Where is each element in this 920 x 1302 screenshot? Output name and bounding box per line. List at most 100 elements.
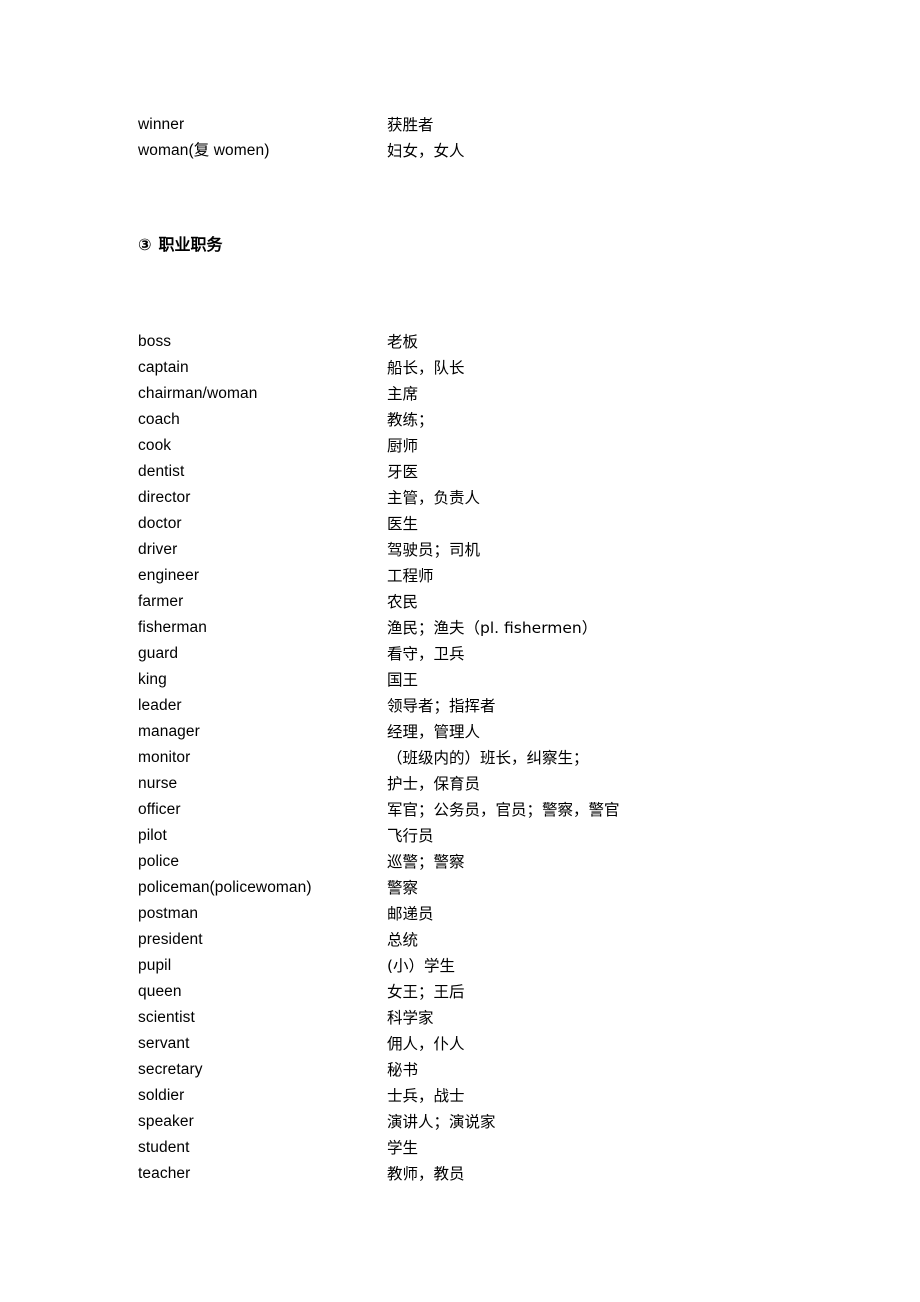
vocabulary-row: servant 佣人，仆人 — [0, 1031, 920, 1057]
entry-gloss: 农民 — [387, 593, 419, 611]
vocabulary-row: manager 经理，管理人 — [0, 719, 920, 745]
entry-term: king — [138, 671, 167, 688]
entry-gloss: 船长，队长 — [387, 359, 465, 377]
entry-gloss: 工程师 — [387, 567, 434, 585]
entry-term: pupil — [138, 957, 172, 974]
entry-term: driver — [138, 541, 178, 558]
entry-term: policeman(policewoman) — [138, 879, 312, 896]
entry-term: doctor — [138, 515, 182, 532]
vocabulary-row: fisherman 渔民；渔夫（pl. fishermen） — [0, 615, 920, 641]
section-heading: ③ 职业职务 — [138, 232, 223, 258]
entry-gloss: 医生 — [387, 515, 419, 533]
entry-gloss: 教练； — [387, 411, 434, 429]
entry-gloss: 护士，保育员 — [387, 775, 481, 793]
entry-gloss: 飞行员 — [387, 827, 434, 845]
vocabulary-row: driver 驾驶员；司机 — [0, 537, 920, 563]
vocabulary-row: engineer 工程师 — [0, 563, 920, 589]
entry-gloss: 警察 — [387, 879, 419, 897]
entry-term: farmer — [138, 593, 184, 610]
entry-term: manager — [138, 723, 200, 740]
vocabulary-row: officer 军官；公务员，官员；警察，警官 — [0, 797, 920, 823]
vocabulary-row: pupil (小）学生 — [0, 953, 920, 979]
vocabulary-row: secretary 秘书 — [0, 1057, 920, 1083]
entry-gloss: 牙医 — [387, 463, 419, 481]
entry-term: dentist — [138, 463, 185, 480]
entry-gloss: （班级内的）班长，纠察生； — [387, 749, 589, 767]
vocabulary-row: scientist 科学家 — [0, 1005, 920, 1031]
entry-term: captain — [138, 359, 189, 376]
entry-term: police — [138, 853, 180, 870]
vocabulary-row: leader 领导者；指挥者 — [0, 693, 920, 719]
vocabulary-row: boss 老板 — [0, 329, 920, 355]
entry-gloss: 巡警；警察 — [387, 853, 465, 871]
entry-term: nurse — [138, 775, 178, 792]
vocabulary-row: nurse 护士，保育员 — [0, 771, 920, 797]
entry-gloss: 邮递员 — [387, 905, 434, 923]
entry-term: scientist — [138, 1009, 195, 1026]
vocabulary-row: postman 邮递员 — [0, 901, 920, 927]
entry-term: guard — [138, 645, 179, 662]
entry-gloss: 渔民；渔夫（pl. fishermen） — [387, 619, 598, 637]
entry-gloss: 老板 — [387, 333, 419, 351]
entry-term: cook — [138, 437, 172, 454]
entry-term: chairman/woman — [138, 385, 258, 402]
vocabulary-row: director 主管，负责人 — [0, 485, 920, 511]
vocabulary-row: dentist 牙医 — [0, 459, 920, 485]
vocabulary-row: soldier 士兵，战士 — [0, 1083, 920, 1109]
entry-gloss: 军官；公务员，官员；警察，警官 — [387, 801, 620, 819]
entry-term: monitor — [138, 749, 191, 766]
entry-gloss: 厨师 — [387, 437, 419, 455]
entry-term: servant — [138, 1035, 190, 1052]
vocabulary-row: speaker 演讲人；演说家 — [0, 1109, 920, 1135]
vocabulary-row: guard 看守，卫兵 — [0, 641, 920, 667]
entry-term: leader — [138, 697, 182, 714]
vocabulary-row: woman(复 women) 妇女，女人 — [0, 138, 920, 164]
section-marker: ③ — [138, 235, 152, 254]
entry-gloss: 总统 — [387, 931, 419, 949]
vocabulary-row: cook 厨师 — [0, 433, 920, 459]
entry-term: teacher — [138, 1165, 191, 1182]
entry-gloss: 教师，教员 — [387, 1165, 465, 1183]
vocabulary-row: policeman(policewoman) 警察 — [0, 875, 920, 901]
entry-term: engineer — [138, 567, 200, 584]
entry-gloss: 主管，负责人 — [387, 489, 481, 507]
vocabulary-row: teacher 教师，教员 — [0, 1161, 920, 1187]
entry-gloss: 主席 — [387, 385, 419, 403]
entry-gloss: 秘书 — [387, 1061, 419, 1079]
vocabulary-row: coach 教练； — [0, 407, 920, 433]
vocabulary-row: chairman/woman 主席 — [0, 381, 920, 407]
entry-term: fisherman — [138, 619, 207, 636]
entry-term: pilot — [138, 827, 167, 844]
vocabulary-row: monitor （班级内的）班长，纠察生； — [0, 745, 920, 771]
entry-gloss: 妇女，女人 — [387, 142, 465, 160]
vocabulary-row: queen 女王；王后 — [0, 979, 920, 1005]
entry-term: student — [138, 1139, 190, 1156]
document-page: winner 获胜者 woman(复 women) 妇女，女人 ③ 职业职务 boss 老… — [0, 0, 920, 1302]
vocabulary-row: farmer 农民 — [0, 589, 920, 615]
entry-term: soldier — [138, 1087, 185, 1104]
entry-term: coach — [138, 411, 180, 428]
entry-term: boss — [138, 333, 172, 350]
entry-term: queen — [138, 983, 182, 1000]
entry-term: officer — [138, 801, 181, 818]
entry-term: postman — [138, 905, 199, 922]
entry-term: winner — [138, 116, 185, 133]
previous-section-tail: winner 获胜者 woman(复 women) 妇女，女人 — [0, 112, 920, 164]
entry-gloss: 佣人，仆人 — [387, 1035, 465, 1053]
entry-term: president — [138, 931, 203, 948]
entry-gloss: 士兵，战士 — [387, 1087, 465, 1105]
vocabulary-row: winner 获胜者 — [0, 112, 920, 138]
entry-gloss: 领导者；指挥者 — [387, 697, 496, 715]
vocabulary-row: police 巡警；警察 — [0, 849, 920, 875]
entry-gloss: 看守，卫兵 — [387, 645, 465, 663]
entry-gloss: 经理，管理人 — [387, 723, 481, 741]
entry-gloss: (小）学生 — [387, 957, 456, 975]
vocabulary-row: doctor 医生 — [0, 511, 920, 537]
entry-gloss: 女王；王后 — [387, 983, 465, 1001]
vocabulary-list: boss 老板 captain 船长，队长 chairman/woman 主席 coach 教… — [0, 329, 920, 1187]
entry-gloss: 演讲人；演说家 — [387, 1113, 496, 1131]
entry-term: secretary — [138, 1061, 203, 1078]
vocabulary-row: pilot 飞行员 — [0, 823, 920, 849]
entry-gloss: 驾驶员；司机 — [387, 541, 481, 559]
entry-term: speaker — [138, 1113, 194, 1130]
